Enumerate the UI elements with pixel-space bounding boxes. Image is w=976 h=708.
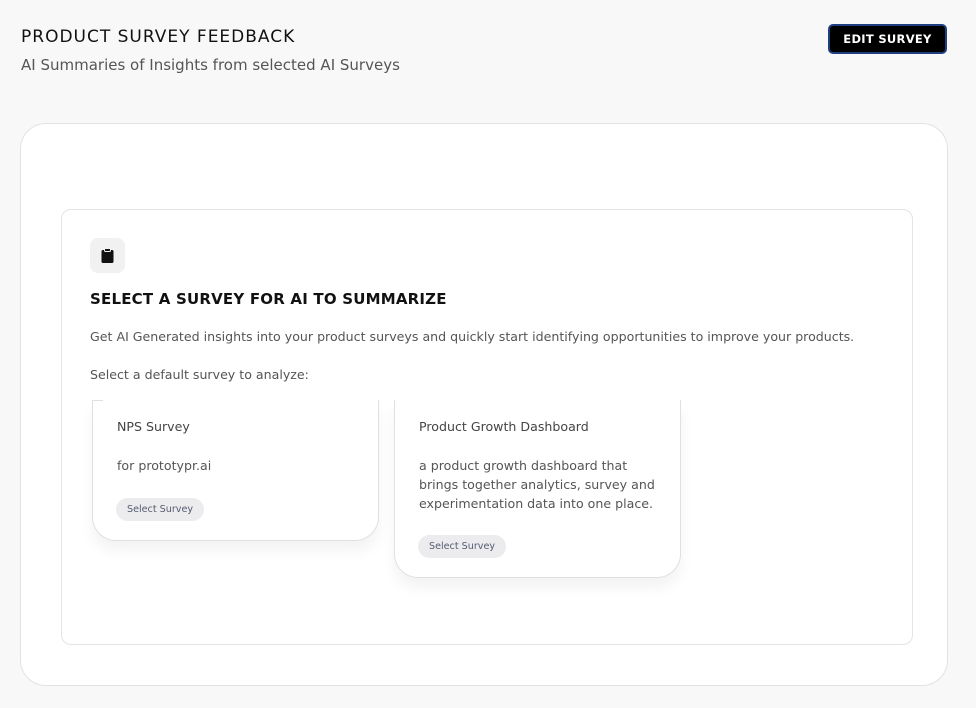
edit-survey-button[interactable]: EDIT SURVEY: [828, 24, 947, 54]
select-survey-button[interactable]: Select Survey: [116, 498, 205, 521]
survey-card-product-growth[interactable]: Product Growth Dashboard a product growt…: [394, 400, 681, 578]
survey-card-title: NPS Survey: [117, 419, 190, 434]
card-edge: [93, 400, 103, 422]
page: PRODUCT SURVEY FEEDBACK AI Summaries of …: [0, 0, 976, 708]
survey-card-description: a product growth dashboard that brings t…: [419, 458, 655, 511]
survey-card-nps[interactable]: NPS Survey for prototypr.ai Select Surve…: [92, 400, 379, 541]
survey-card-title: Product Growth Dashboard: [419, 419, 589, 434]
clipboard-icon-tile: [90, 238, 125, 273]
page-title: PRODUCT SURVEY FEEDBACK: [21, 27, 296, 47]
survey-card-description: for prototypr.ai: [117, 458, 212, 473]
select-prompt: Select a default survey to analyze:: [90, 367, 309, 382]
section-heading: SELECT A SURVEY FOR AI TO SUMMARIZE: [90, 290, 447, 308]
survey-selection-panel: SELECT A SURVEY FOR AI TO SUMMARIZE Get …: [61, 209, 913, 645]
page-subtitle: AI Summaries of Insights from selected A…: [21, 56, 400, 74]
section-description: Get AI Generated insights into your prod…: [90, 329, 855, 344]
select-survey-button[interactable]: Select Survey: [418, 535, 507, 558]
summary-container: SELECT A SURVEY FOR AI TO SUMMARIZE Get …: [20, 123, 948, 686]
clipboard-icon: [101, 248, 114, 263]
